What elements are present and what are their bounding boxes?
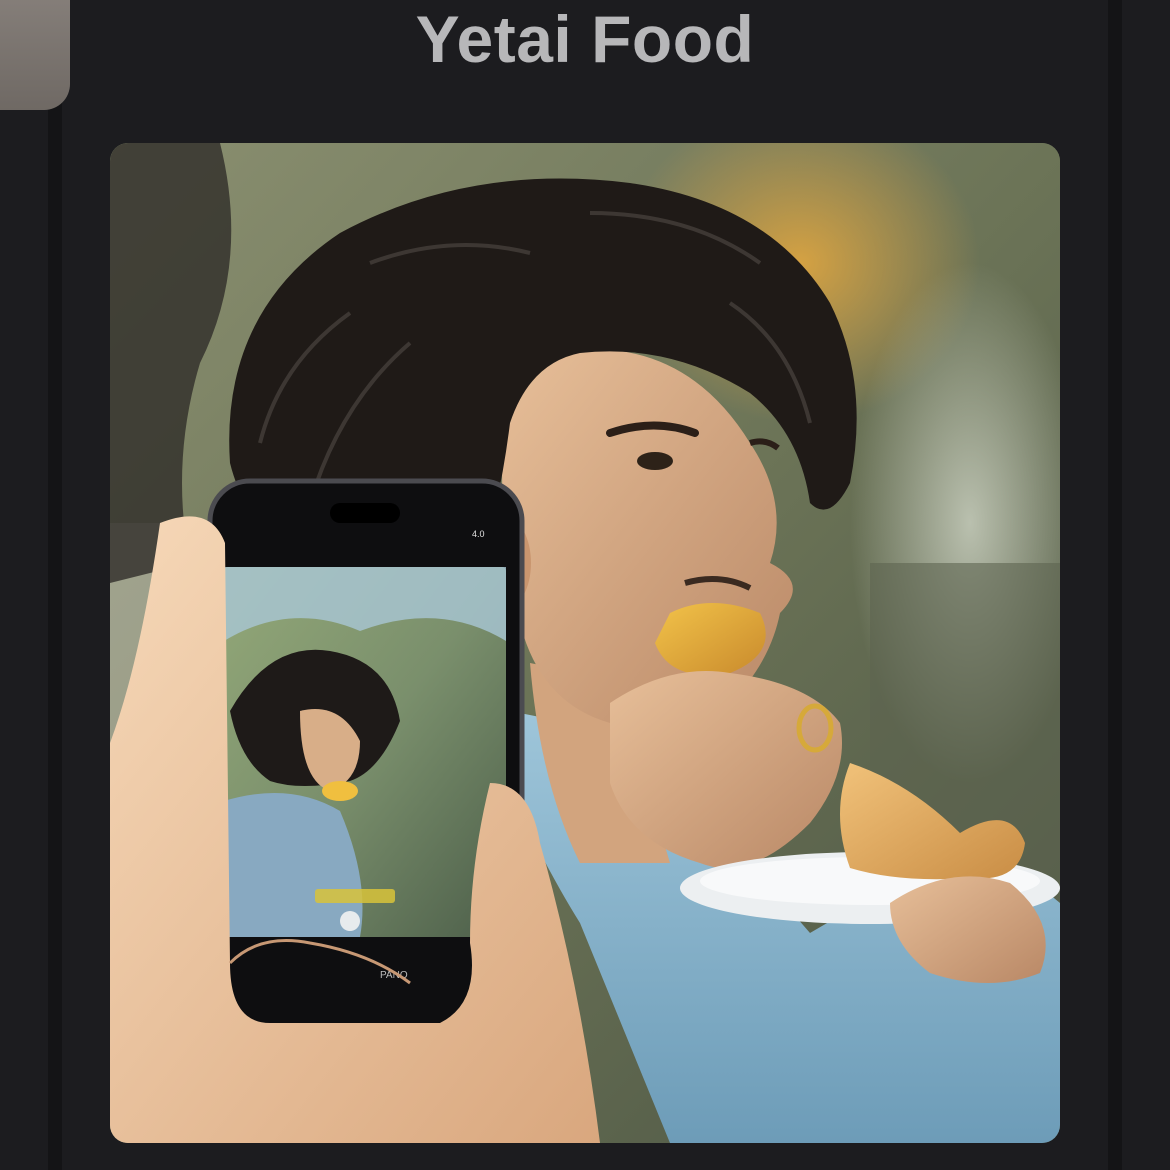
post-photo[interactable]: PANO 4.0 bbox=[110, 143, 1060, 1143]
photo-image: PANO 4.0 bbox=[110, 143, 1060, 1143]
left-gutter bbox=[48, 0, 62, 1170]
right-gutter bbox=[1108, 0, 1122, 1170]
page-title: Yetai Food bbox=[415, 2, 755, 76]
screen: Yetai Food PANO 4.0 bbox=[0, 0, 1170, 1170]
svg-text:4.0: 4.0 bbox=[472, 529, 485, 539]
